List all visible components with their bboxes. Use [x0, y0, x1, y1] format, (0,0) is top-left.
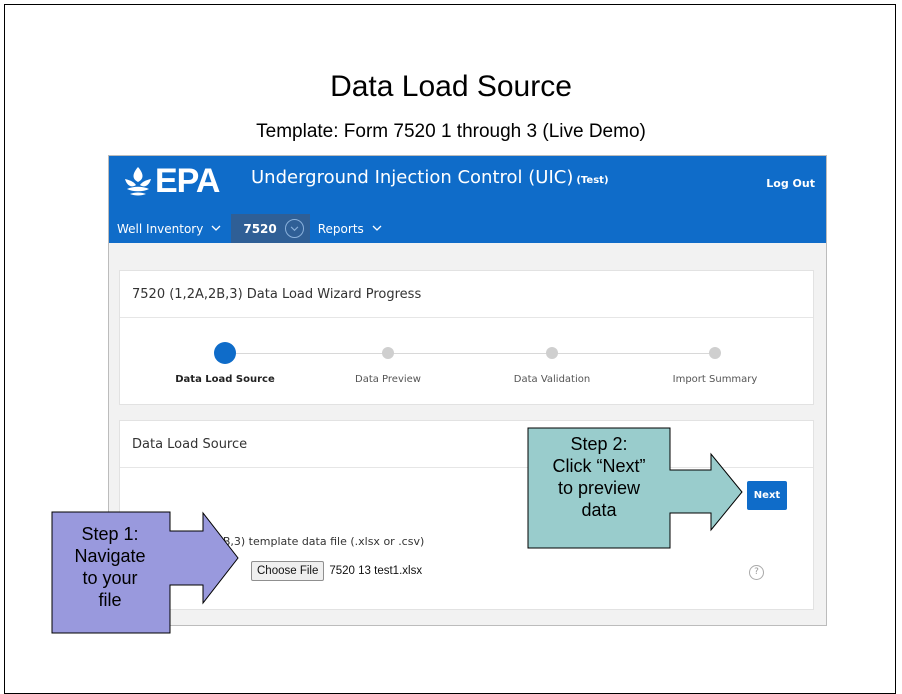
step2-line: Step 2: — [570, 434, 628, 454]
step2-line: Click “Next” — [552, 456, 646, 476]
step1-line: file — [98, 590, 122, 610]
step1-line: to your — [82, 568, 138, 588]
step1-callout: Step 1: Navigate to your file — [56, 523, 164, 611]
step1-line: Navigate — [74, 546, 146, 566]
step2-line: data — [581, 500, 617, 520]
step1-line: Step 1: — [81, 524, 139, 544]
step2-line: to preview — [557, 478, 641, 498]
step2-callout: Step 2: Click “Next” to preview data — [530, 433, 668, 521]
